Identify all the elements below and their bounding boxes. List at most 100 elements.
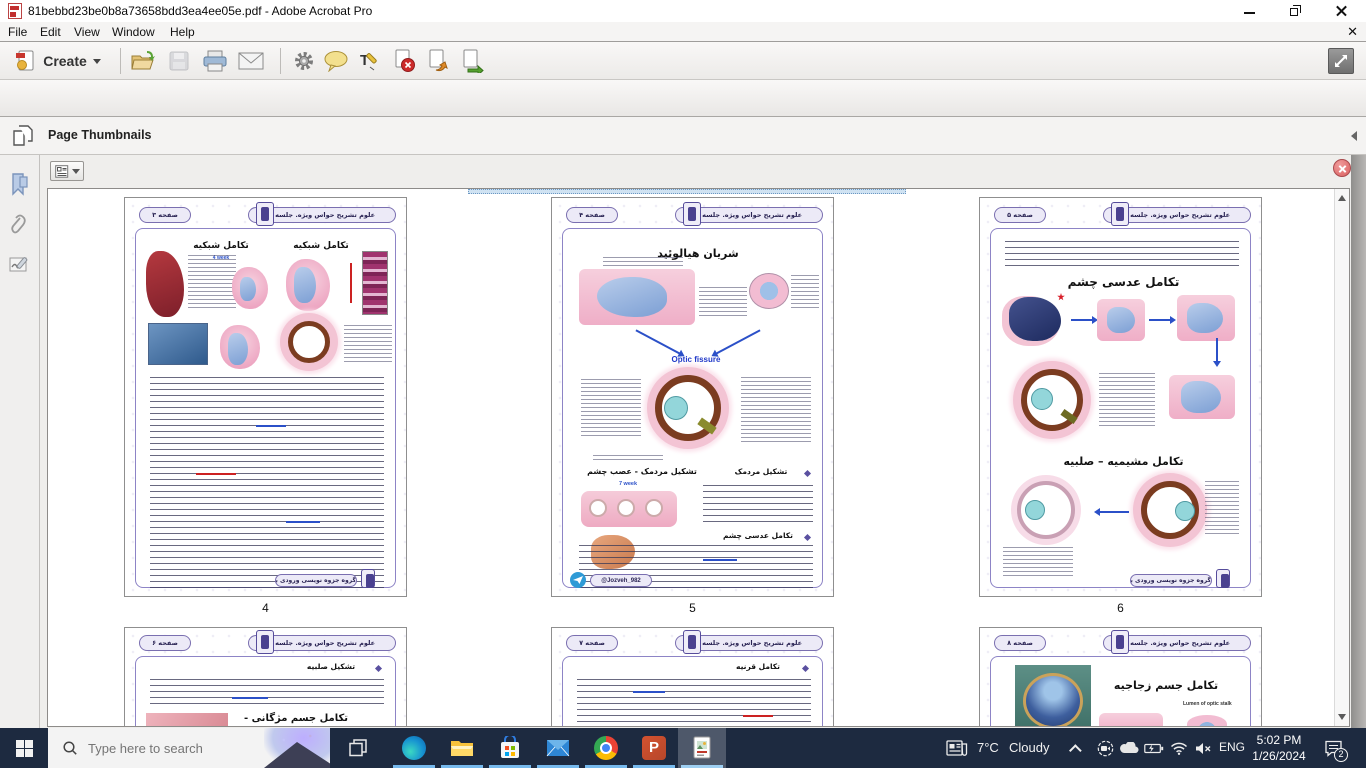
lens-shape — [664, 396, 688, 420]
optic-vesicle-shape — [1107, 307, 1135, 333]
navigation-toolbar: / 19 150% Tools Comment Share — [0, 80, 1366, 193]
page-header-number: صفحه ۷ — [566, 635, 618, 651]
signatures-tab[interactable] — [7, 251, 33, 279]
optic-stalk-cross-section — [749, 273, 789, 309]
tray-overflow-button[interactable] — [1064, 728, 1090, 768]
news-icon — [946, 740, 968, 756]
signature-icon — [9, 257, 28, 272]
customize-toolbar-button[interactable] — [1328, 48, 1354, 74]
lens-shape — [1031, 388, 1053, 410]
edge-icon — [402, 736, 426, 760]
print-button[interactable] — [200, 47, 230, 75]
delete-pages-button[interactable] — [390, 47, 418, 75]
page-footer: گروه جزوه نویسی ورودی بهمن ۹۸ — [1130, 574, 1212, 587]
main-toolbar: Create T — [0, 42, 1366, 80]
minimize-button[interactable] — [1242, 3, 1258, 19]
restore-button[interactable] — [1288, 3, 1304, 19]
stage-circle — [617, 499, 635, 517]
taskbar-app-powerpoint[interactable]: P — [630, 728, 678, 768]
group-logo — [683, 630, 701, 654]
menu-window[interactable]: Window — [112, 25, 155, 39]
thumbnail-page-6[interactable]: علوم تشریح حواس ویژه. جلسه ۵ صفحه ۵ تکام… — [979, 197, 1262, 597]
news-weather-button[interactable] — [942, 728, 972, 768]
keyword-highlight-blue — [232, 697, 268, 699]
thumbnail-page-5[interactable]: علوم تشریح حواس ویژه. جلسه ۵ صفحه ۴ شریا… — [551, 197, 834, 597]
attachments-tab[interactable] — [7, 210, 33, 240]
menu-help[interactable]: Help — [170, 25, 195, 39]
close-document-icon[interactable]: ✕ — [1347, 24, 1358, 40]
diagram-labels — [603, 257, 683, 267]
language-indicator[interactable]: ENG — [1219, 740, 1245, 754]
vertical-scrollbar[interactable] — [1334, 189, 1349, 726]
thumbnail-page-7[interactable]: علوم تشریح حواس ویژه. جلسه ۵ صفحه ۶ تشکی… — [124, 627, 407, 726]
close-panel-button[interactable] — [1333, 159, 1351, 177]
blue-arrow — [1071, 316, 1098, 324]
close-button[interactable] — [1334, 3, 1350, 19]
settings-button[interactable] — [290, 47, 318, 75]
paperclip-icon — [11, 214, 26, 234]
keyword-highlight-blue — [633, 691, 665, 693]
create-button[interactable]: Create — [6, 46, 110, 76]
thumbnail-page-4[interactable]: علوم تشریح حواس ویژه. جلسه ۵ صفحه ۳ تکام… — [124, 197, 407, 597]
volume-button[interactable] — [1190, 728, 1216, 768]
scroll-down-arrow[interactable] — [1338, 714, 1346, 720]
thumbnail-label-4[interactable]: 4 — [124, 601, 407, 615]
taskbar-app-acrobat-active[interactable] — [678, 728, 726, 768]
menu-file[interactable]: File — [8, 25, 27, 39]
extract-pages-button[interactable] — [424, 47, 452, 75]
optic-stalk-circle — [1187, 715, 1227, 726]
taskbar-search[interactable] — [48, 728, 330, 768]
eye-ring-diagram — [288, 321, 330, 363]
chevron-left-icon — [1351, 131, 1357, 141]
diagram-labels — [188, 255, 236, 311]
menu-view[interactable]: View — [74, 25, 100, 39]
taskbar-app-edge[interactable] — [390, 728, 438, 768]
wifi-button[interactable] — [1166, 728, 1192, 768]
taskbar-app-mail[interactable] — [534, 728, 582, 768]
thumbnails-options-button[interactable] — [50, 161, 84, 181]
bookmarks-tab[interactable] — [7, 170, 33, 200]
battery-button[interactable] — [1140, 728, 1168, 768]
keyword-highlight-blue — [256, 425, 286, 427]
task-view-button[interactable] — [336, 728, 380, 768]
page-body-frame: تکامل قرنیه — [562, 656, 823, 726]
weather-temp[interactable]: 7°C — [977, 740, 999, 755]
onedrive-cloud-icon — [1120, 742, 1139, 754]
start-button[interactable] — [0, 728, 48, 768]
delete-page-icon — [395, 49, 415, 72]
thumbnail-page-9[interactable]: علوم تشریح حواس ویژه. جلسه ۵ صفحه ۸ تکام… — [979, 627, 1262, 726]
taskbar-app-store[interactable] — [486, 728, 534, 768]
collapse-panel-button[interactable] — [1346, 127, 1362, 145]
thumbnail-page-8[interactable]: علوم تشریح حواس ویژه. جلسه ۵ صفحه ۷ تکام… — [551, 627, 834, 726]
clock[interactable]: 5:02 PM 1/26/2024 — [1248, 732, 1310, 764]
save-button[interactable] — [164, 47, 194, 75]
taskbar-app-chrome[interactable] — [582, 728, 630, 768]
group-logo-small — [1216, 569, 1230, 588]
menu-edit[interactable]: Edit — [40, 25, 61, 39]
body-text-block — [150, 377, 384, 593]
optic-cup-shape — [1187, 303, 1223, 333]
email-button[interactable] — [236, 47, 266, 75]
thumbnail-label-5[interactable]: 5 — [551, 601, 834, 615]
open-file-button[interactable] — [128, 47, 158, 75]
onedrive-button[interactable] — [1116, 728, 1142, 768]
panel-header-bar: Page Thumbnails — [0, 117, 1366, 155]
page-thumbnails-panel-icon[interactable] — [8, 122, 38, 150]
telegram-handle: @Jozveh_982 — [590, 574, 652, 587]
page-edge-highlight — [468, 189, 906, 194]
convert-button[interactable] — [458, 47, 486, 75]
bullet-diamond — [803, 469, 812, 478]
bookmark-icon — [12, 173, 28, 196]
comment-button[interactable] — [322, 47, 350, 75]
thumbnail-label-6[interactable]: 6 — [979, 601, 1262, 615]
search-input[interactable] — [88, 740, 258, 756]
taskbar-app-file-explorer[interactable] — [438, 728, 486, 768]
attribution-text — [593, 455, 663, 463]
highlight-text-button[interactable]: T — [356, 47, 384, 75]
scroll-up-arrow[interactable] — [1338, 195, 1346, 201]
optic-stalk-shape3 — [228, 333, 248, 365]
meet-now-button[interactable] — [1092, 728, 1118, 768]
section-lens: تکامل عدسی چشم — [723, 531, 793, 540]
chevron-down-icon — [71, 168, 80, 174]
weather-condition[interactable]: Cloudy — [1009, 740, 1049, 755]
